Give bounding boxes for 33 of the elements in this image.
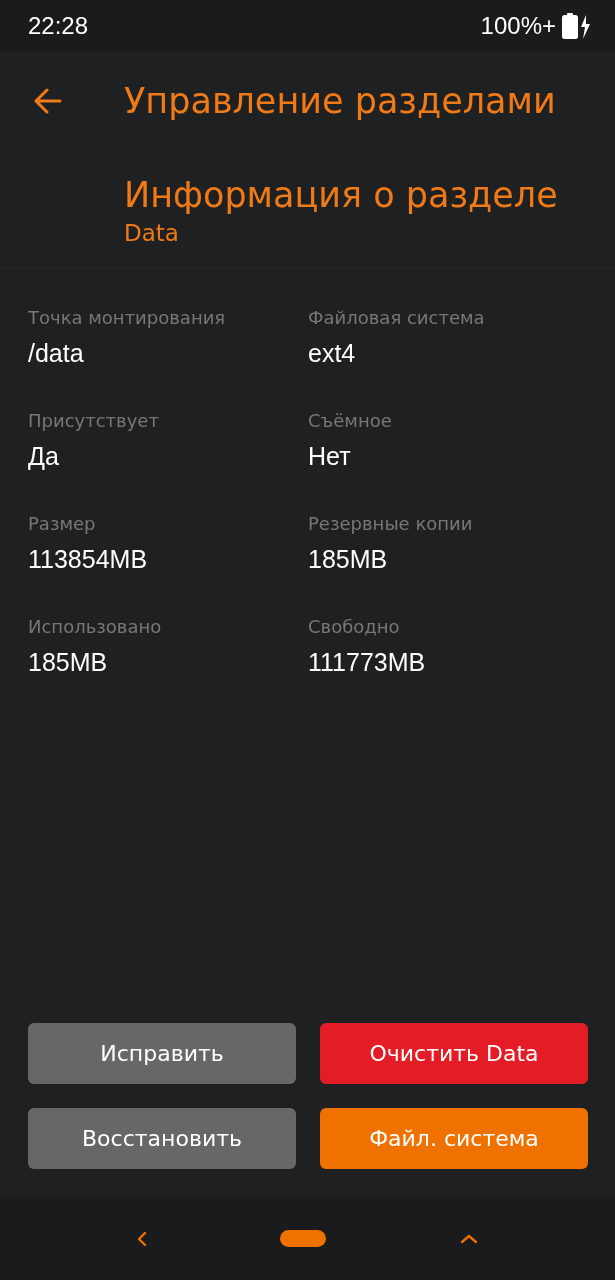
- field-label: Точка монтирования: [28, 306, 227, 330]
- action-button[interactable]: Исправить: [28, 1023, 296, 1084]
- chevron-left-icon: [136, 1230, 147, 1247]
- nav-back-button[interactable]: [136, 1230, 147, 1247]
- field-value: 113854MB: [28, 545, 149, 573]
- home-button[interactable]: [280, 1230, 327, 1247]
- field-label: Резервные копии: [308, 512, 474, 536]
- action-button[interactable]: Восстановить: [28, 1108, 296, 1169]
- field-value: 111773MB: [308, 648, 427, 676]
- section-title: Информация о разделе: [124, 174, 559, 217]
- field-value: 185MB: [308, 545, 389, 573]
- field-value: /data: [28, 339, 85, 367]
- action-button[interactable]: Очистить Data: [320, 1023, 588, 1084]
- chevron-up-icon: [460, 1233, 479, 1244]
- page-title: Управление разделами: [124, 81, 556, 121]
- field-value: Да: [28, 442, 60, 470]
- field-label: Присутствует: [28, 409, 160, 433]
- field-value: 185MB: [28, 648, 109, 676]
- action-button[interactable]: Файл. система: [320, 1108, 588, 1169]
- nav-recents-button[interactable]: [460, 1233, 479, 1244]
- back-arrow-icon: [33, 88, 62, 114]
- battery-percent: 100%+: [480, 12, 556, 40]
- back-button[interactable]: [33, 88, 62, 114]
- field-value: Нет: [308, 442, 352, 470]
- field-label: Съёмное: [308, 409, 393, 433]
- field-label: Использовано: [28, 615, 163, 639]
- field-label: Свободно: [308, 615, 401, 639]
- partition-name: Data: [124, 219, 180, 248]
- battery-charging-icon: [562, 13, 591, 39]
- field-value: ext4: [308, 339, 357, 367]
- clock-text: 22:28: [28, 12, 89, 40]
- field-label: Файловая система: [308, 306, 486, 330]
- field-label: Размер: [28, 512, 97, 536]
